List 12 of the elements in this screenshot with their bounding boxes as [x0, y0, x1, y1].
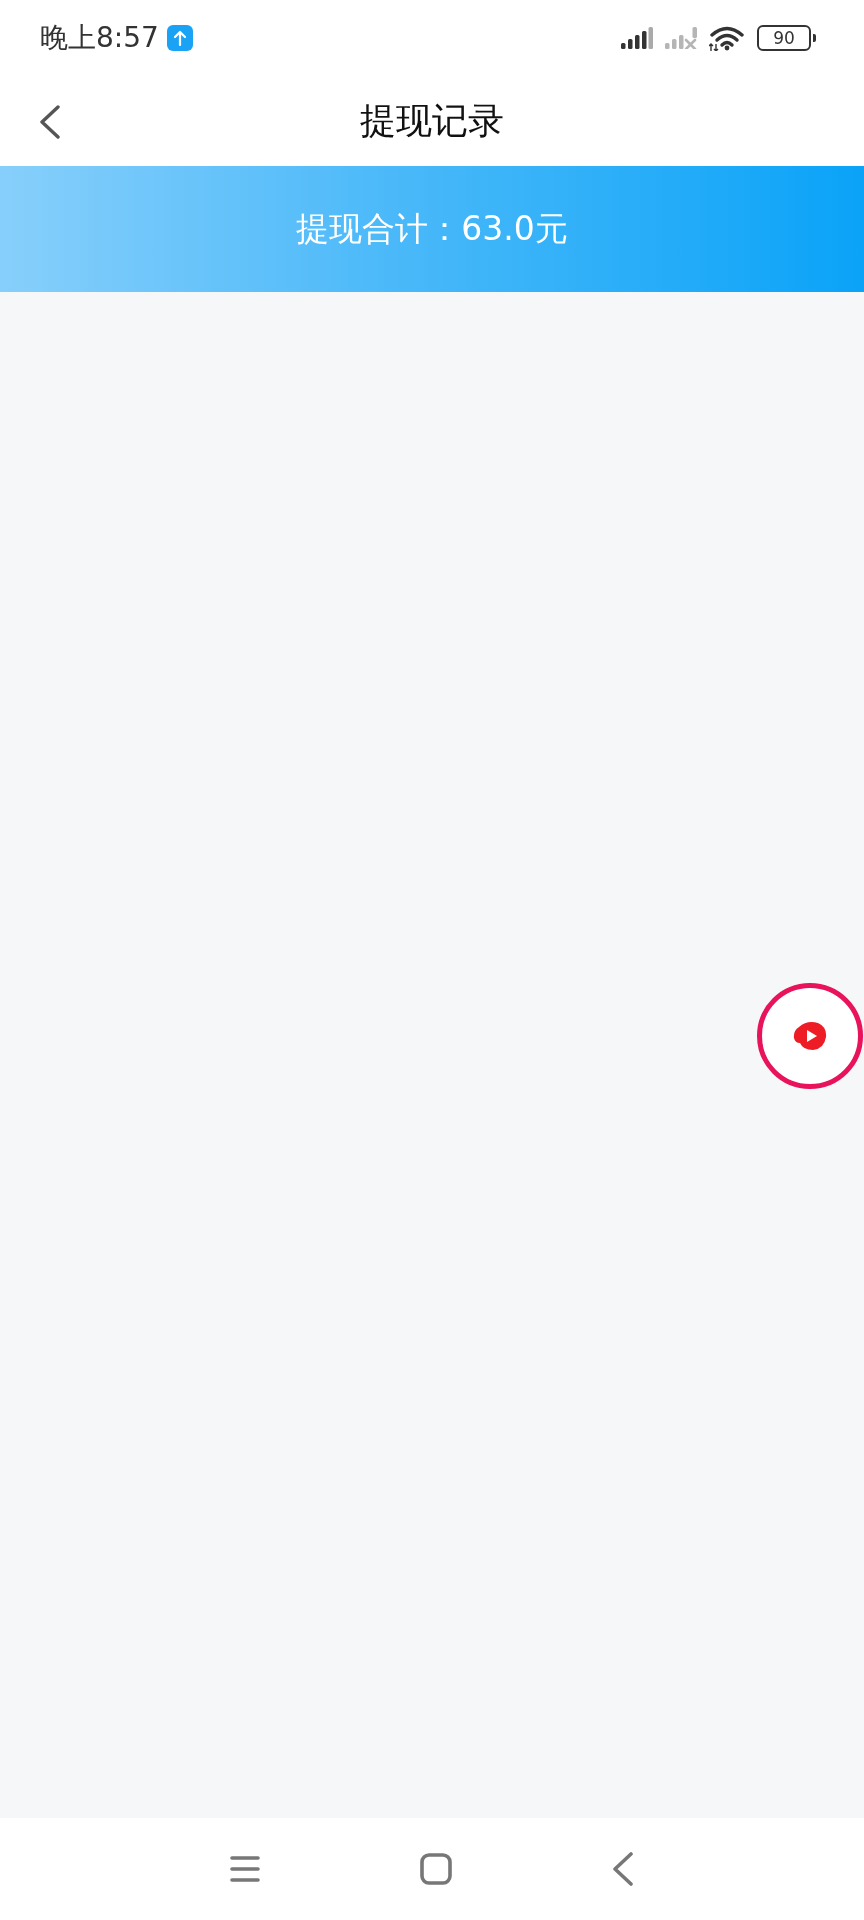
- back-icon[interactable]: [612, 1852, 634, 1886]
- play-icon: [793, 1021, 827, 1051]
- no-signal-icon: [665, 26, 697, 49]
- status-time: 晚上8:57: [40, 20, 159, 55]
- wifi-icon: [709, 24, 745, 51]
- menu-icon[interactable]: [230, 1855, 260, 1883]
- signal-icon: [621, 26, 653, 49]
- home-icon[interactable]: [420, 1853, 452, 1885]
- battery-indicator: 90: [757, 24, 816, 51]
- withdrawal-total: 提现合计：63.0元: [296, 208, 568, 250]
- back-icon[interactable]: [39, 105, 61, 139]
- page-title: 提现记录: [360, 98, 504, 143]
